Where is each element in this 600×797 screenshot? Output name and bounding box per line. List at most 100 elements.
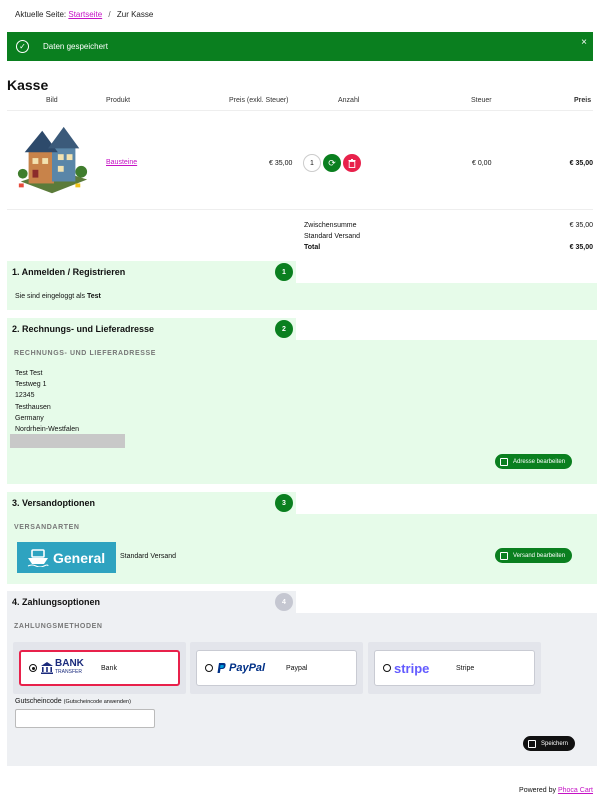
- address-line: Testweg 1: [15, 381, 47, 389]
- step-address-title: 2. Rechnungs- und Lieferadresse: [12, 324, 155, 334]
- success-alert: ✓ Daten gespeichert ×: [7, 32, 593, 61]
- col-image: Bild: [46, 97, 58, 104]
- close-icon[interactable]: ×: [581, 37, 587, 48]
- shipping-logo-text: General: [53, 549, 106, 566]
- trash-icon: [348, 158, 356, 168]
- step-address-body: RECHNUNGS- UND LIEFERADRESSE Test Test T…: [7, 340, 597, 484]
- address-line: 12345: [15, 392, 35, 400]
- refresh-icon: ⟳: [328, 157, 336, 168]
- step-shipping-body: VERSANDARTEN General Standard Versand Ve…: [7, 514, 597, 584]
- breadcrumb: Aktuelle Seite: Startseite / Zur Kasse: [15, 10, 153, 19]
- subtotal-value: € 35,00: [569, 222, 593, 229]
- coupon-label-text: Gutscheincode: [15, 698, 62, 705]
- bank-logo-main: BANK: [55, 658, 84, 669]
- footer-link[interactable]: Phoca Cart: [558, 787, 593, 794]
- breadcrumb-current: Zur Kasse: [116, 10, 154, 19]
- edit-shipping-button[interactable]: Versand bearbeiten: [495, 548, 573, 563]
- alert-message: Daten gespeichert: [43, 42, 108, 51]
- coupon-label: Gutscheincode (Gutscheincode anwenden): [15, 698, 131, 705]
- check-circle-icon: ✓: [16, 40, 29, 53]
- paypal-logo-text: PayPal: [229, 662, 266, 674]
- step-login-title: 1. Anmelden / Registrieren: [12, 267, 126, 277]
- item-total: € 35,00: [569, 160, 593, 167]
- col-qty: Anzahl: [338, 97, 360, 104]
- shipping-section-label: VERSANDARTEN: [14, 524, 80, 531]
- payment-option-stripe[interactable]: stripe Stripe: [368, 642, 541, 694]
- breadcrumb-separator: /: [108, 10, 111, 19]
- total-row: Total € 35,00: [304, 242, 593, 253]
- step-shipping-title: 3. Versandoptionen: [12, 498, 96, 508]
- edit-icon: [500, 551, 508, 560]
- step-payment-title: 4. Zahlungsoptionen: [12, 597, 100, 607]
- redacted-field: [10, 434, 125, 448]
- step-address-number: 2: [275, 320, 293, 338]
- payment-label-bank: Bank: [101, 664, 117, 672]
- breadcrumb-prefix: Aktuelle Seite:: [15, 10, 67, 19]
- radio-paypal[interactable]: [205, 664, 213, 672]
- step-shipping-header: 3. Versandoptionen 3: [7, 492, 296, 514]
- subtotal-row: Zwischensumme € 35,00: [304, 220, 593, 231]
- step-login-header: 1. Anmelden / Registrieren 1: [7, 261, 296, 283]
- address-line: Testhausen: [15, 403, 51, 411]
- login-status: Sie sind eingeloggt als Test: [15, 293, 101, 300]
- total-label: Total: [304, 244, 321, 251]
- step-shipping-number: 3: [275, 494, 293, 512]
- coupon-label-hint: (Gutscheincode anwenden): [63, 699, 131, 705]
- page-title: Kasse: [7, 77, 49, 93]
- login-status-prefix: Sie sind eingeloggt als: [15, 293, 86, 300]
- save-button[interactable]: Speichern: [523, 736, 576, 751]
- cart-table-header: Bild Produkt Preis (exkl. Steuer) Anzahl…: [0, 97, 600, 109]
- shipping-label: Standard Versand: [304, 233, 361, 240]
- breadcrumb-home-link[interactable]: Startseite: [68, 10, 102, 19]
- coupon-input[interactable]: [15, 709, 155, 728]
- shipping-method-name: Standard Versand: [120, 553, 177, 560]
- ship-icon: [27, 548, 49, 567]
- payment-card-bank[interactable]: BANK TRANSFER Bank: [19, 650, 180, 686]
- shipping-logo: General: [17, 542, 116, 573]
- step-payment-number: 4: [275, 593, 293, 611]
- cart-totals: Zwischensumme € 35,00 Standard Versand T…: [304, 220, 593, 253]
- bank-logo-sub: TRANSFER: [55, 669, 82, 675]
- login-username: Test: [87, 293, 101, 300]
- payment-label-paypal: Paypal: [286, 664, 308, 672]
- cart-item-row: Bausteine € 35,00 1 ⟳ € 0,00 € 35,00: [7, 110, 593, 210]
- edit-shipping-label: Versand bearbeiten: [513, 552, 566, 559]
- quantity-field[interactable]: 1: [303, 154, 321, 172]
- address-block: Test Test Testweg 1 12345 Testhausen Ger…: [15, 368, 79, 435]
- payment-label-stripe: Stripe: [456, 664, 475, 672]
- subtotal-label: Zwischensumme: [304, 222, 357, 229]
- edit-address-button[interactable]: Adresse bearbeiten: [495, 454, 573, 469]
- footer: Powered by Phoca Cart: [519, 787, 593, 794]
- item-tax: € 0,00: [472, 160, 492, 167]
- payment-option-paypal[interactable]: PayPal Paypal: [190, 642, 363, 694]
- footer-prefix: Powered by: [519, 787, 557, 794]
- shipping-row: Standard Versand: [304, 231, 593, 242]
- remove-item-button[interactable]: [343, 154, 361, 172]
- radio-stripe[interactable]: [383, 664, 391, 672]
- stripe-logo-text: stripe: [394, 660, 430, 676]
- address-line: Test Test: [15, 370, 43, 377]
- product-image[interactable]: [13, 123, 91, 201]
- total-value: € 35,00: [569, 244, 593, 251]
- item-price: € 35,00: [269, 160, 293, 167]
- col-tax: Steuer: [471, 97, 492, 104]
- step-login-body: Sie sind eingeloggt als Test: [7, 283, 597, 310]
- radio-bank[interactable]: [29, 664, 37, 672]
- paypal-icon: [217, 662, 226, 673]
- col-price: Preis (exkl. Steuer): [229, 97, 289, 104]
- update-quantity-button[interactable]: ⟳: [323, 154, 341, 172]
- step-payment-header: 4. Zahlungsoptionen 4: [7, 591, 296, 613]
- payment-option-bank[interactable]: BANK TRANSFER Bank: [13, 642, 186, 694]
- step-address-header: 2. Rechnungs- und Lieferadresse 2: [7, 318, 296, 340]
- bank-transfer-logo: BANK TRANSFER: [55, 658, 84, 676]
- save-button-label: Speichern: [541, 740, 569, 747]
- payment-card-stripe[interactable]: stripe Stripe: [374, 650, 535, 686]
- product-link[interactable]: Bausteine: [106, 159, 137, 166]
- col-product: Produkt: [106, 97, 131, 104]
- save-icon: [528, 739, 536, 748]
- bank-icon: [41, 662, 53, 674]
- address-line: Germany: [15, 414, 44, 422]
- payment-card-paypal[interactable]: PayPal Paypal: [196, 650, 357, 686]
- address-section-label: RECHNUNGS- UND LIEFERADRESSE: [14, 350, 157, 357]
- col-total: Preis: [574, 97, 592, 104]
